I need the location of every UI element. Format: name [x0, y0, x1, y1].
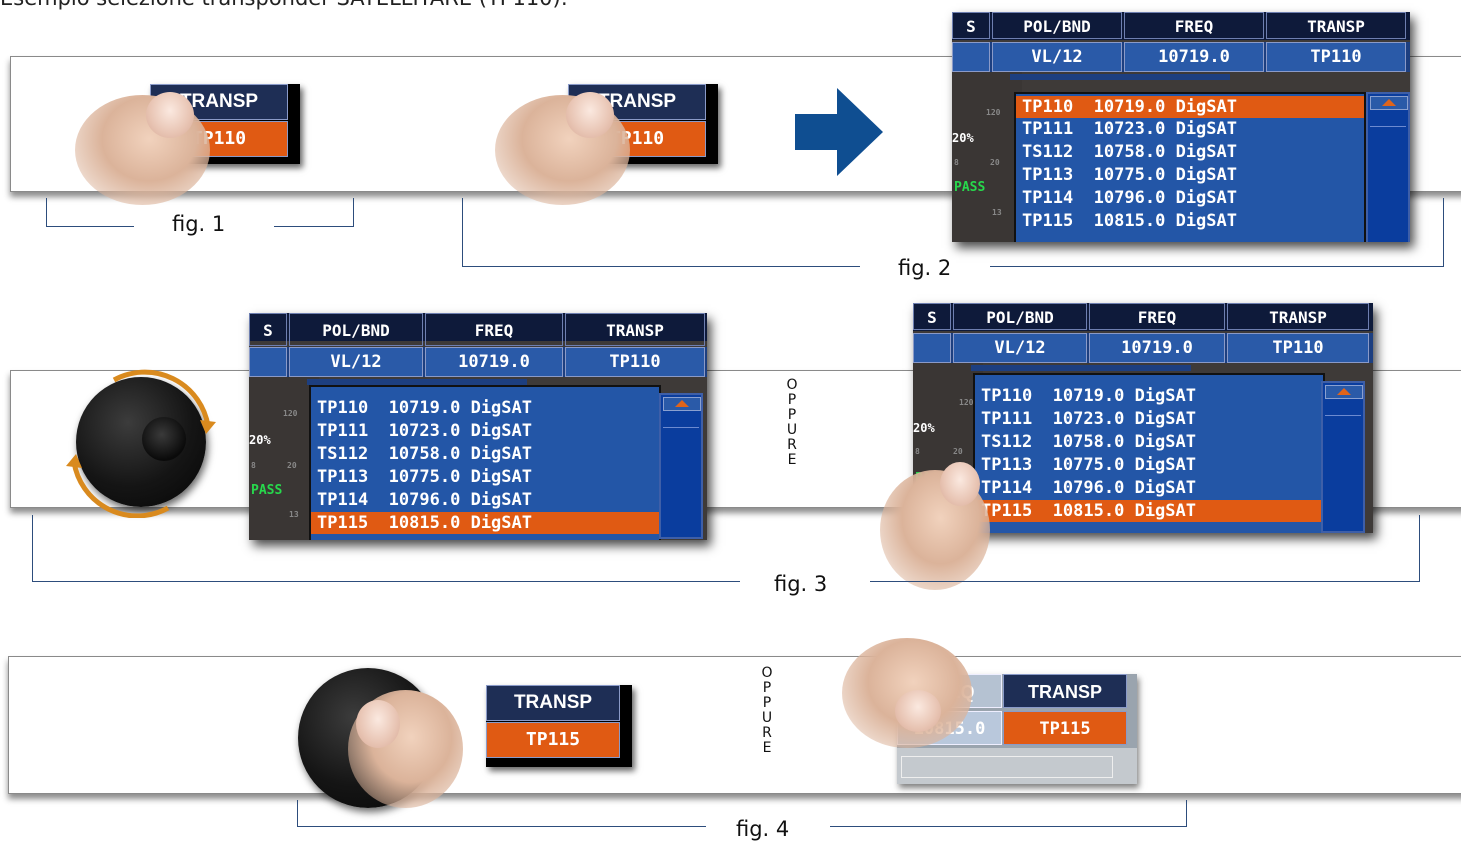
- scale-label: 20: [287, 461, 297, 470]
- scroll-up-icon[interactable]: [1325, 385, 1363, 399]
- list-item[interactable]: TS112 10758.0 DigSAT: [975, 431, 1323, 453]
- transponder-panel-fig3a: S POL/BND FREQ TRANSP VL/12 10719.0 TP11…: [249, 313, 707, 540]
- percent-label: 20%: [249, 433, 271, 447]
- transp-value: TP115: [486, 722, 620, 758]
- finger-nail: [566, 92, 614, 138]
- transp-button-fig4[interactable]: TRANSP TP115: [486, 685, 632, 767]
- figure-caption: fig. 4: [736, 817, 790, 841]
- list-item[interactable]: TP113 10775.0 DigSAT: [1016, 164, 1364, 186]
- value-cell: 10719.0: [1124, 42, 1264, 72]
- value-cell: VL/12: [953, 333, 1087, 363]
- figure-caption: fig. 3: [774, 572, 828, 596]
- oppure-label: OPPURE: [786, 377, 798, 468]
- pass-label: PASS: [954, 180, 986, 195]
- list-item[interactable]: TP114 10796.0 DigSAT: [311, 489, 659, 511]
- percent-label: 20%: [952, 131, 974, 145]
- pass-label: PASS: [251, 483, 283, 498]
- value-cell: 10719.0: [1089, 333, 1225, 363]
- finger-nail: [940, 462, 980, 506]
- figure-strip-3: [8, 656, 1461, 794]
- value-cell[interactable]: TP110: [1266, 42, 1406, 72]
- value-cell: [913, 333, 951, 363]
- finger-nail: [146, 92, 194, 138]
- finger-nail: [895, 690, 941, 732]
- list-item[interactable]: TP113 10775.0 DigSAT: [311, 466, 659, 488]
- list-item[interactable]: TS112 10758.0 DigSAT: [311, 443, 659, 465]
- value-cell: [952, 42, 990, 72]
- list-item[interactable]: TS112 10758.0 DigSAT: [1016, 141, 1364, 163]
- scale-label: 20: [990, 158, 1000, 167]
- list-scrollbar[interactable]: [1321, 381, 1365, 533]
- figure-caption: fig. 2: [898, 256, 952, 280]
- column-header: S: [249, 313, 287, 346]
- arrow-right-icon: [795, 88, 883, 176]
- figure-bracket: [462, 198, 1444, 267]
- scale-label: 8: [915, 447, 920, 456]
- list-item[interactable]: TP114 10796.0 DigSAT: [975, 477, 1323, 499]
- list-item[interactable]: TP111 10723.0 DigSAT: [975, 408, 1323, 430]
- list-item[interactable]: TP110 10719.0 DigSAT: [975, 385, 1323, 407]
- column-header: FREQ: [1089, 303, 1225, 330]
- value-cell: VL/12: [992, 42, 1122, 72]
- finger-nail: [356, 700, 400, 748]
- scale-label: 120: [283, 409, 298, 418]
- value-cell: VL/12: [289, 347, 423, 377]
- transp-header: TRANSP: [486, 685, 620, 721]
- list-item[interactable]: TP110 10719.0 DigSAT: [311, 397, 659, 419]
- column-header: POL/BND: [289, 313, 423, 346]
- figure-bracket: [32, 515, 1420, 582]
- value-cell[interactable]: TP110: [565, 347, 705, 377]
- scroll-up-icon[interactable]: [1370, 96, 1408, 110]
- column-header: TRANSP: [565, 313, 705, 346]
- list-item[interactable]: TP110 10719.0 DigSAT: [1016, 96, 1364, 118]
- rotate-arrows-icon: [66, 369, 216, 518]
- column-header: POL/BND: [953, 303, 1087, 330]
- scale-label: 120: [986, 108, 1001, 117]
- column-header: S: [952, 12, 990, 39]
- value-cell[interactable]: TP110: [1227, 333, 1369, 363]
- transp-value[interactable]: TP115: [1003, 711, 1127, 745]
- scale-label: 20: [953, 447, 963, 456]
- transponder-list: TP110 10719.0 DigSAT TP111 10723.0 DigSA…: [973, 373, 1325, 533]
- oppure-label: OPPURE: [761, 665, 773, 756]
- scale-label: 8: [954, 158, 959, 167]
- value-cell: [249, 347, 287, 377]
- page-heading: Esempio selezione transponder SATELLITAR…: [0, 0, 568, 10]
- column-header: TRANSP: [1266, 12, 1406, 39]
- column-header: S: [913, 303, 951, 330]
- list-item[interactable]: TP113 10775.0 DigSAT: [975, 454, 1323, 476]
- percent-label: 20%: [913, 421, 935, 435]
- transp-header: TRANSP: [1003, 674, 1127, 708]
- figure-caption: fig. 1: [172, 212, 226, 236]
- scale-label: 120: [959, 398, 974, 407]
- scale-label: 8: [251, 461, 256, 470]
- list-item[interactable]: TP111 10723.0 DigSAT: [311, 420, 659, 442]
- column-header: TRANSP: [1227, 303, 1369, 330]
- scroll-up-icon[interactable]: [663, 397, 701, 411]
- column-header: POL/BND: [992, 12, 1122, 39]
- column-header: FREQ: [425, 313, 563, 346]
- list-item[interactable]: TP111 10723.0 DigSAT: [1016, 118, 1364, 140]
- column-header: FREQ: [1124, 12, 1264, 39]
- value-cell: 10719.0: [425, 347, 563, 377]
